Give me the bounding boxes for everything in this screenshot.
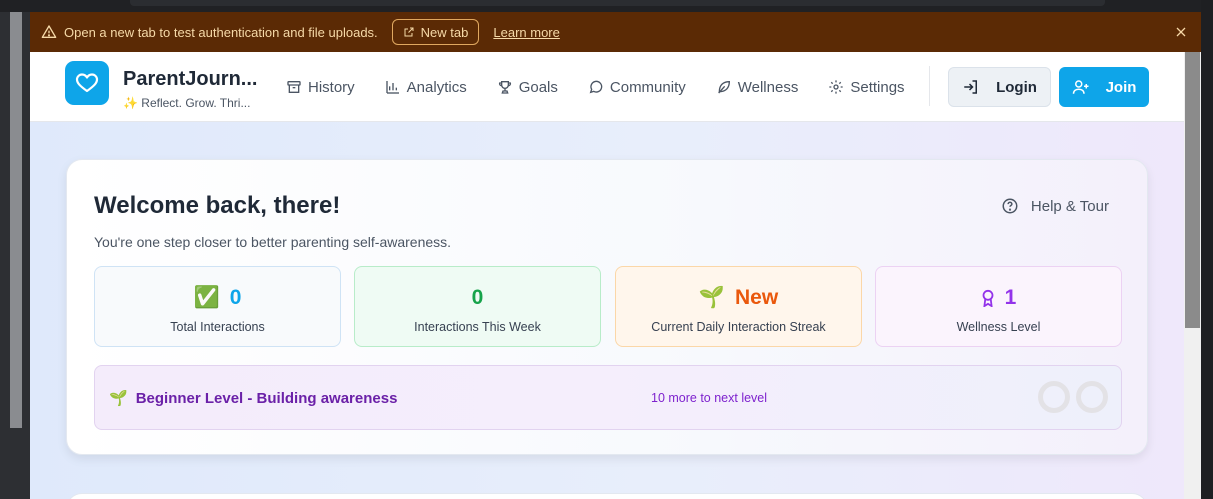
bar-chart-icon <box>386 81 399 94</box>
next-card <box>66 493 1148 499</box>
award-icon <box>982 289 994 307</box>
stat-label: Total Interactions <box>170 320 265 334</box>
heart-icon[interactable] <box>65 61 109 105</box>
nav-settings[interactable]: Settings <box>828 79 905 96</box>
stat-label: Current Daily Interaction Streak <box>651 320 826 334</box>
right-window-pane <box>1201 0 1213 499</box>
nav-analytics[interactable]: Analytics <box>385 79 467 96</box>
notice-banner: Open a new tab to test authentication an… <box>30 12 1201 52</box>
nav-history[interactable]: History <box>286 79 355 96</box>
left-window-pane <box>0 0 30 499</box>
archive-icon <box>287 81 301 93</box>
login-icon <box>964 80 978 94</box>
banner-message: Open a new tab to test authentication an… <box>64 24 378 40</box>
welcome-card: Welcome back, there! You're one step clo… <box>66 159 1148 455</box>
gear-icon <box>829 80 844 94</box>
main-content: Welcome back, there! You're one step clo… <box>30 122 1184 499</box>
stat-label: Wellness Level <box>956 320 1041 334</box>
stat-wellness-level: 1 Wellness Level <box>875 266 1122 347</box>
nav-goals[interactable]: Goals <box>497 79 558 96</box>
stat-value: 0 <box>229 286 242 309</box>
login-button[interactable]: Login <box>948 67 1051 107</box>
scrollbar-thumb[interactable] <box>1185 52 1200 328</box>
stat-value: 1 <box>1004 286 1017 309</box>
chat-bubble-icon <box>589 80 603 94</box>
help-tour-button[interactable]: Help & Tour <box>1001 197 1109 215</box>
close-icon[interactable] <box>1171 22 1191 42</box>
add-user-icon <box>1072 80 1089 94</box>
level-progress-bar: 🌱 Beginner Level - Building awareness 10… <box>94 365 1122 430</box>
new-tab-label: New tab <box>420 24 469 40</box>
learn-more-link[interactable]: Learn more <box>493 25 559 40</box>
stat-value: New <box>734 286 779 309</box>
left-scrollbar[interactable] <box>10 8 22 428</box>
trophy-icon <box>498 81 511 94</box>
stat-label: Interactions This Week <box>414 320 541 334</box>
warning-icon <box>40 23 58 41</box>
page-title: Welcome back, there! <box>94 192 341 219</box>
join-button[interactable]: Join <box>1059 67 1149 107</box>
progress-ring-icon <box>1038 381 1070 413</box>
next-level-text: 10 more to next level <box>651 391 768 405</box>
nav-wellness[interactable]: Wellness <box>716 79 798 96</box>
page-scrollbar[interactable] <box>1184 52 1201 499</box>
help-circle-icon <box>1002 198 1018 214</box>
sparkles-icon: ✨ <box>123 96 138 110</box>
nav-community[interactable]: Community <box>588 79 686 96</box>
nav-divider <box>929 66 930 106</box>
top-window-strip <box>0 0 1213 12</box>
progress-ring-icon <box>1076 381 1108 413</box>
welcome-subtitle: You're one step closer to better parenti… <box>94 234 452 250</box>
external-link-icon <box>404 27 414 37</box>
stat-total-interactions: ✅ 0 Total Interactions <box>94 266 341 347</box>
new-tab-button[interactable]: New tab <box>391 19 480 45</box>
main-nav: History Analytics Goals Community Wellne… <box>286 52 935 122</box>
stat-daily-streak: 🌱 New Current Daily Interaction Streak <box>615 266 862 347</box>
seedling-icon: 🌱 <box>698 286 725 309</box>
stat-value: 0 <box>471 286 484 309</box>
check-icon: ✅ <box>193 286 220 309</box>
leaf-icon <box>717 80 730 94</box>
brand-name[interactable]: ParentJourn... <box>123 68 263 91</box>
app-header: ParentJourn... ✨ Reflect. Grow. Thri... … <box>30 52 1184 122</box>
level-name: 🌱 Beginner Level - Building awareness <box>109 389 398 408</box>
seedling-icon: 🌱 <box>109 390 128 407</box>
stat-interactions-week: 0 Interactions This Week <box>354 266 601 347</box>
brand-tagline: ✨ Reflect. Grow. Thri... <box>123 96 251 110</box>
